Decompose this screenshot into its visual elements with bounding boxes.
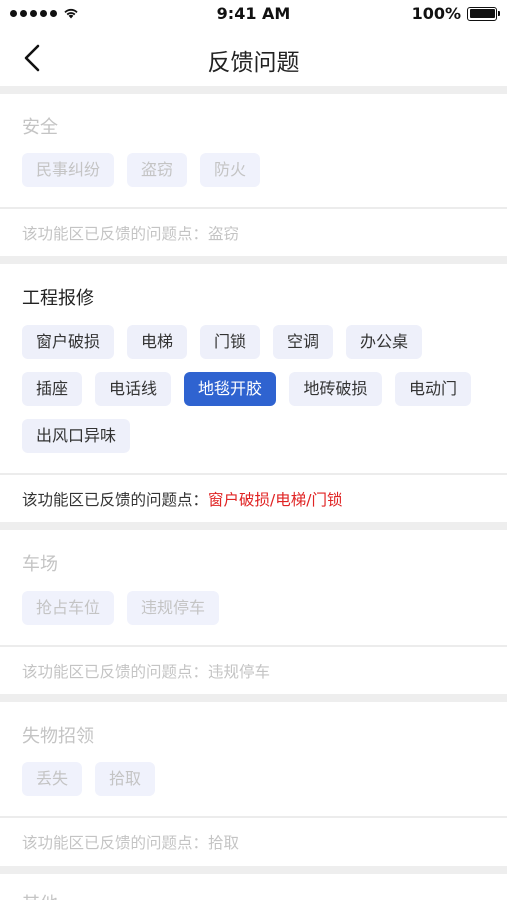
section-gap (0, 522, 507, 530)
battery-percent: 100% (411, 4, 461, 23)
feedback-summary-value: 违规停车 (208, 663, 271, 681)
tag-item[interactable]: 窗户破损 (22, 325, 114, 359)
feedback-summary-label: 该功能区已反馈的问题点： (22, 663, 209, 681)
feedback-summary: 该功能区已反馈的问题点：盗窃 (22, 222, 239, 244)
section-safety: 安全 民事纠纷 盗窃 防火 该功能区已反馈的问题点：盗窃 (0, 94, 507, 256)
tag-item-selected[interactable]: 地毯开胶 (184, 372, 276, 406)
section-gap (0, 694, 507, 702)
feedback-summary-value: 拾取 (208, 834, 240, 852)
tag-item: 拾取 (95, 762, 155, 796)
tag-item: 违规停车 (127, 591, 219, 625)
feedback-summary-value: 窗户破损/电梯/门锁 (208, 491, 343, 509)
section-gap (0, 256, 507, 264)
tag-item[interactable]: 地砖破损 (289, 372, 382, 406)
section-lost-found: 失物招领 丢失 拾取 该功能区已反馈的问题点：拾取 (0, 702, 507, 866)
divider (0, 645, 507, 647)
feedback-summary: 该功能区已反馈的问题点：拾取 (22, 831, 239, 853)
divider (0, 207, 507, 209)
tag-item[interactable]: 门锁 (200, 325, 260, 359)
tag-item: 丢失 (22, 762, 82, 796)
section-title: 车场 (22, 554, 58, 575)
feedback-summary: 该功能区已反馈的问题点：违规停车 (22, 660, 270, 682)
tag-item: 民事纠纷 (22, 153, 114, 187)
section-title: 失物招领 (22, 726, 94, 747)
feedback-summary-label: 该功能区已反馈的问题点： (22, 225, 209, 243)
tag-item[interactable]: 电话线 (95, 372, 171, 406)
divider (0, 473, 507, 475)
section-gap (0, 86, 507, 94)
tag-item[interactable]: 办公桌 (346, 325, 422, 359)
section-title: 工程报修 (22, 288, 94, 309)
divider (0, 816, 507, 818)
page-title: 反馈问题 (207, 50, 300, 76)
tag-item: 盗窃 (127, 153, 187, 187)
section-gap (0, 866, 507, 874)
tag-item[interactable]: 出风口异味 (22, 419, 130, 453)
nav-bar: 反馈问题 (0, 30, 507, 86)
tag-item[interactable]: 空调 (273, 325, 333, 359)
section-parking: 车场 抢占车位 违规停车 该功能区已反馈的问题点：违规停车 (0, 530, 507, 694)
status-bar: 9:41 AM 100% (0, 0, 507, 30)
battery-area: 100% (411, 4, 500, 23)
tag-item[interactable]: 电动门 (395, 372, 471, 406)
section-maintenance: 工程报修 窗户破损 电梯 门锁 空调 办公桌 插座 电话线 地毯开胶 地砖破损 … (0, 264, 507, 522)
tag-item: 抢占车位 (22, 591, 114, 625)
feedback-summary: 该功能区已反馈的问题点：窗户破损/电梯/门锁 (22, 488, 342, 510)
tag-item[interactable]: 插座 (22, 372, 82, 406)
feedback-summary-label: 该功能区已反馈的问题点： (22, 491, 209, 509)
feedback-summary-label: 该功能区已反馈的问题点： (22, 834, 209, 852)
tag-item: 防火 (200, 153, 260, 187)
feedback-summary-value: 盗窃 (208, 225, 240, 243)
section-title: 其他 (22, 890, 58, 900)
section-other: 其他 (0, 874, 507, 900)
section-title: 安全 (22, 117, 58, 138)
tag-item[interactable]: 电梯 (127, 325, 187, 359)
battery-icon (467, 6, 500, 21)
